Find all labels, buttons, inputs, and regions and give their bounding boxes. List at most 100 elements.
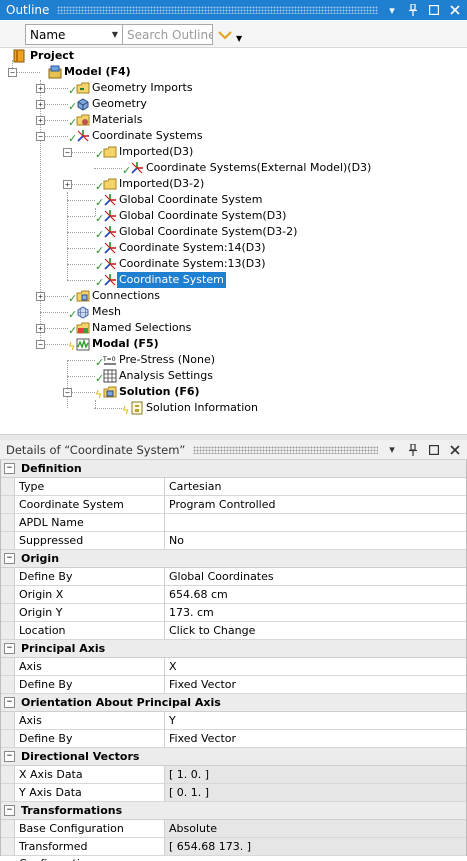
collapse-icon[interactable]: − (8, 68, 17, 77)
name-filter-select[interactable]: Name ▼ (25, 24, 123, 45)
expand-icon[interactable]: + (36, 324, 45, 333)
tree-node[interactable]: ϟ Modal (F5) (68, 336, 161, 352)
tree-node[interactable]: ✓ Named Selections (68, 320, 193, 336)
tree-node[interactable]: ✓ Coordinate Systems (68, 128, 205, 144)
property-value[interactable]: Cartesian (165, 478, 466, 495)
tree-node[interactable]: ✓ Global Coordinate System (95, 192, 264, 208)
expand-icon[interactable]: + (36, 116, 45, 125)
filter-dropdown-button[interactable]: ▼ (218, 26, 248, 44)
tree-node[interactable]: Model (F4) (40, 64, 133, 80)
pin-icon[interactable] (407, 443, 419, 457)
tree-node[interactable]: T=0 ✓ Pre-Stress (None) (95, 352, 217, 368)
row-gutter (1, 496, 15, 513)
property-value[interactable]: 173. cm (165, 604, 466, 621)
expand-icon[interactable]: + (63, 180, 72, 189)
details-section-header[interactable]: − Orientation About Principal Axis (1, 694, 466, 712)
expand-icon[interactable]: + (36, 292, 45, 301)
details-row: Origin X 654.68 cm (1, 586, 466, 604)
property-name: Coordinate System (15, 496, 165, 513)
tree-node[interactable]: ✓ Materials (68, 112, 144, 128)
property-value[interactable]: X (165, 658, 466, 675)
details-section-header[interactable]: − Origin (1, 550, 466, 568)
row-gutter (1, 838, 15, 855)
collapse-icon[interactable]: − (63, 148, 72, 157)
tree-node[interactable]: ✓ Coordinate System:14(D3) (95, 240, 268, 256)
tree-connector-line (95, 400, 96, 408)
details-row: Axis Y (1, 712, 466, 730)
tree-node[interactable]: ✓ Geometry (68, 96, 149, 112)
expand-icon[interactable]: + (36, 84, 45, 93)
details-section-header[interactable]: − Principal Axis (1, 640, 466, 658)
collapse-icon[interactable]: − (4, 805, 15, 816)
property-value[interactable] (165, 514, 466, 531)
tree-node[interactable]: ✓ Coordinate Systems(External Model)(D3) (122, 160, 373, 176)
property-name: Transformed Configuration (15, 838, 165, 861)
collapse-icon[interactable]: − (4, 463, 15, 474)
tree-node[interactable]: ✓ Analysis Settings (95, 368, 215, 384)
tree-node[interactable]: ✓ Global Coordinate System(D3) (95, 208, 288, 224)
details-section-header[interactable]: − Definition (1, 460, 466, 478)
geometry-imports-icon: ✓ (68, 80, 90, 96)
property-value[interactable]: Click to Change (165, 622, 466, 639)
maximize-icon[interactable] (428, 443, 440, 457)
mechanical-app: Outline ▾ Name ▼ ▼ Project − Model (F4) + ✓ G… (0, 0, 467, 861)
row-gutter (1, 478, 15, 495)
dropdown-icon[interactable]: ▾ (386, 443, 398, 457)
details-section-header[interactable]: − Directional Vectors (1, 748, 466, 766)
collapse-icon[interactable]: − (4, 751, 15, 762)
tree-node[interactable]: ✓ Coordinate System:13(D3) (95, 256, 268, 272)
tree-node-label: Imported(D3) (119, 145, 194, 158)
collapse-icon[interactable]: − (4, 553, 15, 564)
tree-node-label: Coordinate System:13(D3) (119, 257, 266, 270)
collapse-icon[interactable]: − (36, 340, 45, 349)
expand-icon[interactable]: + (36, 100, 45, 109)
coordinate-systems-icon: ✓ (68, 128, 90, 144)
property-value[interactable]: Global Coordinates (165, 568, 466, 585)
tree-node[interactable]: Project (12, 48, 76, 64)
mesh-icon: ✓ (68, 304, 90, 320)
solution-icon: ϟ (95, 384, 117, 400)
collapse-icon[interactable]: − (36, 132, 45, 141)
coordinate-system-icon: ✓ (122, 160, 144, 176)
row-gutter (1, 676, 15, 693)
close-icon[interactable] (449, 3, 461, 17)
property-name: Origin Y (15, 604, 165, 621)
tree-node[interactable]: ✓ Connections (68, 288, 162, 304)
maximize-icon[interactable] (428, 3, 440, 17)
details-row: Define By Fixed Vector (1, 676, 466, 694)
details-section-header[interactable]: − Transformations (1, 802, 466, 820)
search-outline-input[interactable] (123, 24, 213, 45)
tree-node[interactable]: ✓ Coordinate System (95, 272, 226, 288)
details-row: X Axis Data[ 1. 0. ] (1, 766, 466, 784)
tree-connector-line (67, 264, 95, 265)
pin-icon[interactable] (407, 3, 419, 17)
property-value[interactable]: No (165, 532, 466, 549)
dropdown-icon[interactable]: ▾ (386, 3, 398, 17)
collapse-icon[interactable]: − (4, 697, 15, 708)
tree-node[interactable]: ✓ Mesh (68, 304, 123, 320)
property-name: X Axis Data (15, 766, 165, 783)
tree-node[interactable]: ✓ Global Coordinate System(D3-2) (95, 224, 299, 240)
property-value[interactable]: Program Controlled (165, 496, 466, 513)
chevron-down-icon: ▼ (111, 30, 119, 39)
tree-node[interactable]: ✓ Imported(D3-2) (95, 176, 206, 192)
close-icon[interactable] (449, 443, 461, 457)
check-icon: ✓ (68, 324, 78, 337)
tree-node[interactable]: ✓ Geometry Imports (68, 80, 195, 96)
tree-node-label: Coordinate Systems (92, 129, 203, 142)
tree-node[interactable]: ϟ Solution (F6) (95, 384, 202, 400)
property-value[interactable]: Fixed Vector (165, 676, 466, 693)
section-label: Principal Axis (21, 642, 106, 655)
row-gutter (1, 658, 15, 675)
check-icon: ✓ (95, 212, 105, 225)
property-value[interactable]: 654.68 cm (165, 586, 466, 603)
check-icon: ✓ (95, 372, 105, 385)
property-value[interactable]: Fixed Vector (165, 730, 466, 747)
tree-node[interactable]: ✓ Imported(D3) (95, 144, 195, 160)
analysis-settings-icon: ✓ (95, 368, 117, 384)
property-value[interactable]: Y (165, 712, 466, 729)
tree-node[interactable]: ϟ Solution Information (122, 400, 260, 416)
lightning-icon: ϟ (122, 404, 130, 417)
collapse-icon[interactable]: − (4, 643, 15, 654)
collapse-icon[interactable]: − (63, 388, 72, 397)
